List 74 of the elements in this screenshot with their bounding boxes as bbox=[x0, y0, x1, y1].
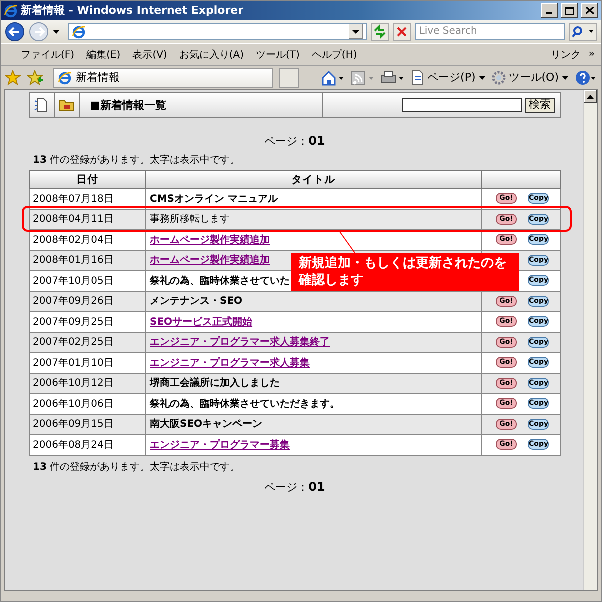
date-cell: 2006年10月06日 bbox=[30, 394, 146, 414]
ie-logo-icon bbox=[58, 70, 72, 84]
browser-tab[interactable]: 新着情報 bbox=[53, 68, 273, 88]
date-cell: 2008年07月18日 bbox=[30, 188, 146, 209]
feed-icon[interactable] bbox=[350, 70, 375, 86]
refresh-button[interactable] bbox=[371, 22, 390, 40]
folder-icon[interactable] bbox=[59, 98, 75, 112]
title-text: 堺商工会議所に加入しました bbox=[149, 378, 280, 390]
date-cell: 2007年01月10日 bbox=[30, 352, 146, 373]
links-label[interactable]: リンク bbox=[544, 48, 587, 62]
date-cell: 2006年08月24日 bbox=[30, 434, 146, 455]
stop-button[interactable] bbox=[393, 22, 412, 40]
close-button[interactable] bbox=[581, 3, 598, 18]
date-cell: 2008年02月04日 bbox=[30, 230, 146, 250]
title-text: 南大阪SEOキャンペーン bbox=[149, 419, 263, 430]
search-button[interactable] bbox=[569, 22, 598, 40]
record-count-text: 13 件の登録があります。太字は表示中です。 bbox=[33, 460, 242, 474]
print-icon[interactable] bbox=[380, 70, 405, 86]
ie-logo-icon bbox=[4, 4, 18, 18]
new-document-icon[interactable] bbox=[34, 97, 50, 113]
title-text: CMSオンライン マニュアル bbox=[149, 194, 278, 205]
column-header: タイトル bbox=[146, 170, 482, 188]
search-field[interactable]: Live Search bbox=[415, 23, 566, 40]
search-field[interactable] bbox=[402, 98, 522, 112]
minimize-button[interactable] bbox=[541, 3, 558, 18]
title-text: 祭礼の為、臨時休業させていただきます。 bbox=[149, 398, 340, 410]
title-text: 事務所移転します bbox=[149, 214, 230, 226]
column-header: 日付 bbox=[30, 170, 146, 188]
ie-logo-icon bbox=[72, 24, 86, 38]
dropdown-icon[interactable] bbox=[349, 24, 364, 39]
date-cell: 2007年09月25日 bbox=[30, 312, 146, 332]
search-button[interactable]: 検索 bbox=[525, 98, 555, 112]
close-icon bbox=[586, 7, 594, 14]
window-title: 新着情報 - Windows Internet Explorer bbox=[21, 3, 244, 18]
menu-item[interactable]: 編集(E) bbox=[80, 48, 127, 62]
leader-line bbox=[340, 232, 356, 254]
menu-item[interactable]: ツール(T) bbox=[250, 48, 306, 62]
page-indicator: ページ：01 bbox=[264, 134, 326, 149]
title-text: 祭礼の為、臨時休業させていた bbox=[149, 276, 290, 287]
menu-item[interactable]: ファイル(F) bbox=[15, 48, 81, 62]
menu-item[interactable]: 表示(V) bbox=[126, 48, 174, 62]
title-link[interactable]: SEOサービス正式開始 bbox=[149, 316, 253, 328]
record-count-text: 13 件の登録があります。太字は表示中です。 bbox=[33, 154, 242, 167]
page-indicator: ページ：01 bbox=[264, 480, 326, 494]
date-cell: 2006年09月15日 bbox=[30, 414, 146, 434]
caret-icon[interactable] bbox=[52, 30, 60, 34]
date-cell: 2007年10月05日 bbox=[30, 270, 146, 291]
tools-menu[interactable]: ツール(O) bbox=[492, 70, 569, 85]
up-arrow-icon bbox=[587, 94, 594, 98]
links-more-button[interactable]: » bbox=[586, 49, 597, 60]
date-cell: 2007年02月25日 bbox=[30, 332, 146, 352]
caret-icon bbox=[562, 76, 569, 80]
maximize-icon bbox=[565, 6, 574, 14]
star-icon[interactable] bbox=[5, 70, 21, 86]
gear-icon bbox=[492, 70, 506, 84]
page-heading: ■新着情報一覧 bbox=[80, 93, 323, 117]
menu-item[interactable]: お気に入り(A) bbox=[173, 48, 250, 62]
date-cell: 2007年09月26日 bbox=[30, 291, 146, 312]
address-field[interactable] bbox=[68, 23, 368, 40]
callout-note: 新規追加・もしくは更新されたのを確認します bbox=[291, 253, 519, 291]
date-cell: 2008年04月11日 bbox=[30, 209, 146, 230]
caret-icon bbox=[478, 76, 486, 80]
home-icon[interactable] bbox=[320, 70, 345, 86]
date-cell: 2006年10月12日 bbox=[30, 373, 146, 394]
page-icon bbox=[410, 70, 425, 86]
back-button[interactable] bbox=[5, 22, 25, 42]
date-cell: 2008年01月16日 bbox=[30, 250, 146, 270]
menu-item[interactable]: ヘルプ(H) bbox=[306, 48, 364, 62]
help-icon[interactable] bbox=[575, 70, 597, 86]
page-menu[interactable]: ページ(P) bbox=[410, 70, 486, 86]
title-text: メンテナンス・SEO bbox=[149, 296, 243, 308]
title-link[interactable]: ホームページ製作実績追加 bbox=[149, 255, 270, 266]
scroll-up-button[interactable] bbox=[584, 90, 597, 103]
maximize-button[interactable] bbox=[561, 3, 578, 18]
